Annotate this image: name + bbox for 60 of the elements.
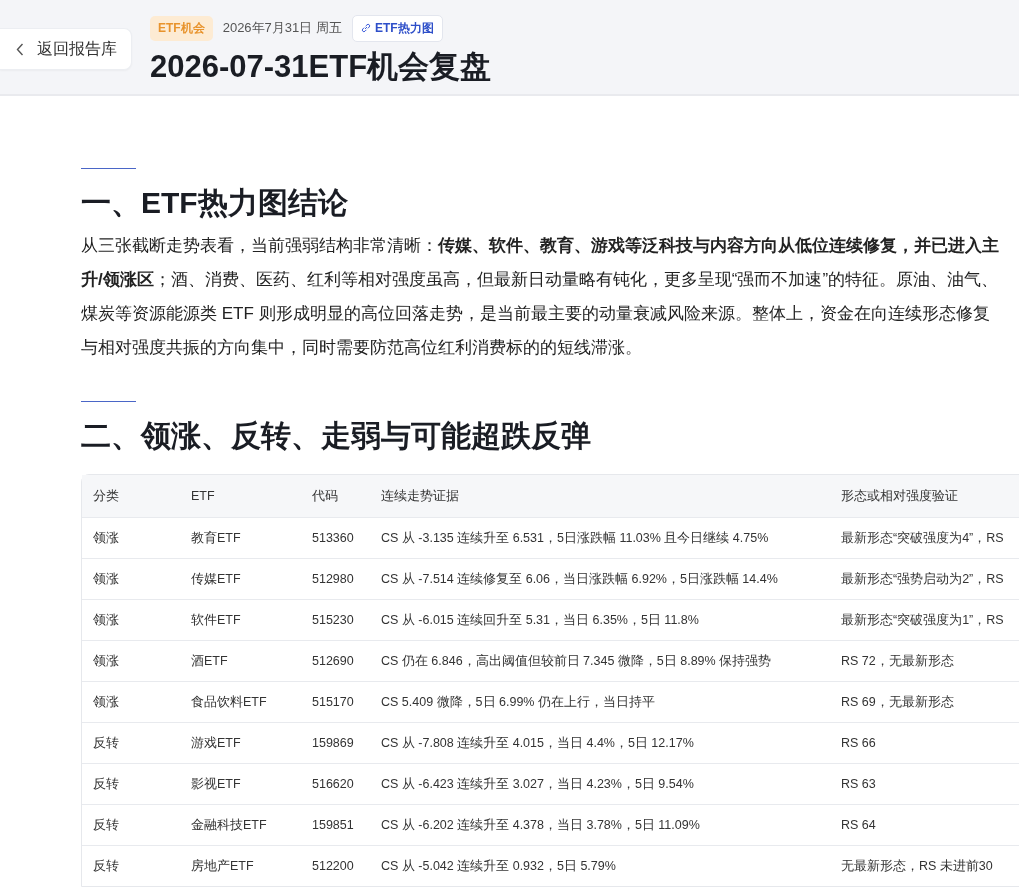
column-header: 分类: [92, 487, 120, 505]
table-cell-text: 反转: [92, 734, 120, 752]
table-cell-text: 领涨: [92, 529, 120, 547]
table-cell-text: 领涨: [92, 693, 120, 711]
table-cell-text: 159851: [311, 818, 355, 832]
table-cell-text: 反转: [92, 816, 120, 834]
table-cell-text: 反转: [92, 857, 120, 875]
table-cell-text: CS 从 -6.202 连续升至 4.378，当日 3.78%，5日 11.09%: [380, 816, 701, 834]
report-title: 2026-07-31ETF机会复盘: [150, 48, 492, 86]
table-cell-text: CS 从 -3.135 连续升至 6.531，5日涨跌幅 11.03% 且今日继续 4.75%: [380, 529, 770, 547]
table-cell-text: RS 72，无最新形态: [840, 652, 955, 670]
report-date: 2026年7月31日 周五: [222, 19, 342, 37]
table-cell-text: 516620: [311, 777, 355, 791]
table-cell-text: CS 从 -6.423 连续升至 3.027，当日 4.23%，5日 9.54%: [380, 775, 695, 793]
summary-paragraph: 从三张截断走势表看，当前强弱结构非常清晰：传媒、软件、教育、游戏等泛科技与内容方向从低位连续修复，并已进入主升/领涨区；酒、消费、医药、红利等相对强度虽高，但最新日动量略有钝化，更多呈现“强而不加速”的特征。原油、油气、煤炭等资源能源类 ETF 则形成明显的高位回落走势，是当前最主要的动量衰减风险来源。整体上，资金在向连续形态修复与相对强度共振的方向集中，同时需要防范高位红利消费标的的短线滞涨。: [81, 235, 1000, 359]
table-cell-text: 515230: [311, 613, 355, 627]
table-cell-text: CS 5.409 微降，5日 6.99% 仍在上行，当日持平: [380, 693, 656, 711]
link-icon: [360, 23, 371, 33]
table-cell-text: CS 仍在 6.846，高出阈值但较前日 7.345 微降，5日 8.89% 保持强势: [380, 652, 773, 670]
table-cell-text: 最新形态“强势启动为2”，RS: [840, 570, 1005, 588]
section-heading: 一、ETF热力图结论: [81, 185, 349, 221]
column-header: 代码: [311, 487, 339, 505]
table-cell-text: CS 从 -5.042 连续升至 0.932，5日 5.79%: [380, 857, 617, 875]
table-cell-text: 金融科技ETF: [190, 816, 268, 834]
table-cell-text: 酒ETF: [190, 652, 229, 670]
table-cell-text: RS 64: [840, 818, 877, 832]
table-cell-text: 软件ETF: [190, 611, 242, 629]
table-cell-text: CS 从 -6.015 连续回升至 5.31，当日 6.35%，5日 11.8%: [380, 611, 700, 629]
table-cell-text: 512200: [311, 859, 355, 873]
table-cell-text: 515170: [311, 695, 355, 709]
table-cell-text: 影视ETF: [190, 775, 242, 793]
table-cell-text: 游戏ETF: [190, 734, 242, 752]
table-cell-text: RS 66: [840, 736, 877, 750]
column-header: 连续走势证据: [380, 487, 460, 505]
column-header: 形态或相对强度验证: [840, 487, 959, 505]
table-cell-text: 领涨: [92, 611, 120, 629]
table-cell-text: 领涨: [92, 652, 120, 670]
table-cell-text: RS 69，无最新形态: [840, 693, 955, 711]
table-cell-text: CS 从 -7.514 连续修复至 6.06，当日涨跌幅 6.92%，5日涨跌幅 14.4%: [380, 570, 779, 588]
table-cell-text: 无最新形态，RS 未进前30: [840, 857, 994, 875]
heatmap-link[interactable]: ETF热力图: [351, 14, 443, 42]
table-cell-text: 食品饮料ETF: [190, 693, 268, 711]
section-heading: 二、领涨、反转、走弱与可能超跌反弹: [81, 418, 592, 454]
table-cell-text: 512690: [311, 654, 355, 668]
table-cell-text: 反转: [92, 775, 120, 793]
table-cell-text: 最新形态“突破强度为4”，RS: [840, 529, 1005, 547]
table-cell-text: 512980: [311, 572, 355, 586]
table-cell-text: 最新形态“突破强度为1”，RS: [840, 611, 1005, 629]
table-cell-text: 159869: [311, 736, 355, 750]
table-cell-text: CS 从 -7.808 连续升至 4.015，当日 4.4%，5日 12.17%: [380, 734, 695, 752]
table-cell-text: 传媒ETF: [190, 570, 242, 588]
table-cell-text: 513360: [311, 531, 355, 545]
table-cell-text: RS 63: [840, 777, 877, 791]
table-cell-text: 领涨: [92, 570, 120, 588]
back-chevron-icon: [16, 42, 24, 56]
table-cell-text: 房地产ETF: [190, 857, 255, 875]
column-header: ETF: [190, 489, 216, 503]
back-button[interactable]: 返回报告库: [0, 28, 132, 70]
table-cell-text: 教育ETF: [190, 529, 242, 547]
category-tag: ETF机会: [150, 15, 213, 41]
